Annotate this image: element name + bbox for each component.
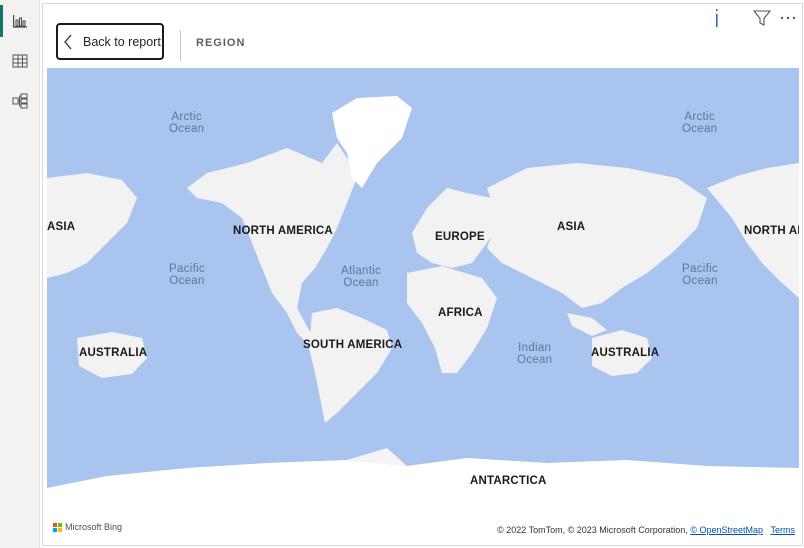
chevron-left-icon [64, 34, 72, 49]
region-label[interactable]: AFRICA [438, 307, 483, 319]
bing-label: Microsoft Bing [65, 522, 123, 532]
filter-icon[interactable] [752, 8, 772, 28]
region-label[interactable]: AUSTRALIA [79, 347, 147, 359]
back-to-report-button[interactable]: Back to report [56, 23, 164, 60]
focus-mode-canvas: Back to report REGION ASIA NORTH AMERICA… [42, 3, 803, 546]
terms-link[interactable]: Terms [771, 525, 796, 535]
ocean-label: Arctic Ocean [682, 111, 718, 135]
model-icon [12, 93, 28, 109]
region-label[interactable]: ASIA [47, 221, 75, 233]
region-label[interactable]: NORTH AM [744, 225, 799, 237]
ocean-label: Atlantic Ocean [341, 265, 382, 289]
header-divider [180, 30, 181, 61]
microsoft-logo-icon [53, 522, 62, 532]
more-options-icon[interactable] [778, 8, 798, 28]
region-label[interactable]: SOUTH AMERICA [303, 339, 402, 351]
world-landmass [47, 96, 799, 542]
ocean-label: Arctic Ocean [169, 111, 205, 135]
visual-title: REGION [196, 37, 246, 49]
openstreetmap-link[interactable]: © OpenStreetMap [690, 525, 763, 535]
region-label[interactable]: EUROPE [435, 231, 485, 243]
ocean-label: Pacific Ocean [682, 263, 718, 287]
data-view-button[interactable] [0, 42, 40, 80]
map-visual[interactable]: ASIA NORTH AMERICA EUROPE ASIA NORTH AM … [47, 68, 799, 542]
info-icon[interactable] [712, 8, 722, 28]
table-icon [12, 54, 28, 68]
view-switcher-rail [0, 0, 40, 548]
bar-chart-icon [13, 15, 27, 28]
region-label[interactable]: AUSTRALIA [591, 347, 659, 359]
ocean-label: Indian Ocean [517, 342, 553, 366]
region-label[interactable]: ASIA [557, 221, 585, 233]
region-label[interactable]: ANTARCTICA [470, 475, 547, 487]
ocean-label: Pacific Ocean [169, 263, 205, 287]
map-attribution: © 2022 TomTom, © 2023 Microsoft Corporat… [497, 525, 795, 535]
bing-logo: Microsoft Bing [53, 522, 122, 532]
attribution-text: © 2022 TomTom, © 2023 Microsoft Corporat… [497, 525, 691, 535]
back-to-report-label: Back to report [83, 34, 161, 49]
model-view-button[interactable] [0, 82, 40, 120]
region-label[interactable]: NORTH AMERICA [233, 225, 333, 237]
report-view-button[interactable] [0, 2, 40, 40]
